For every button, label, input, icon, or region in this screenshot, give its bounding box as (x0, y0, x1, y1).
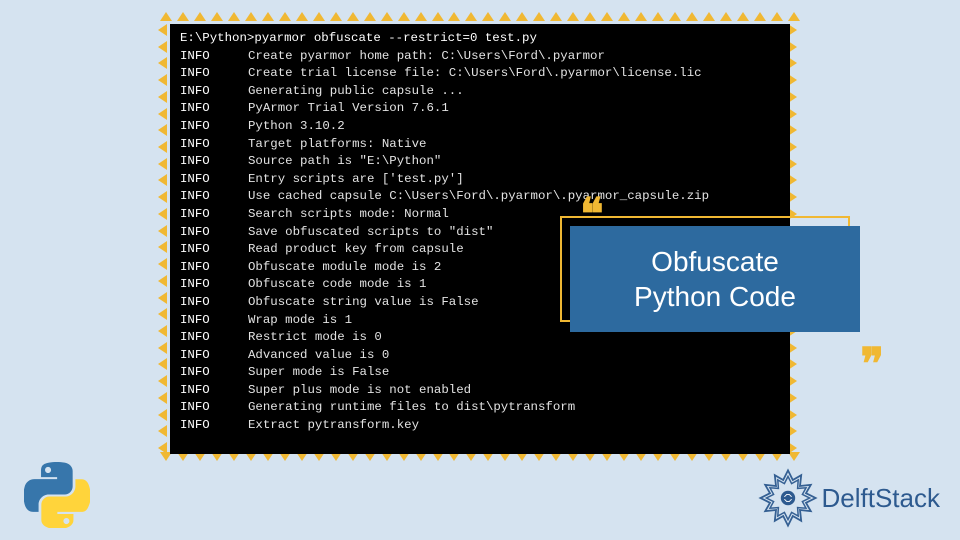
terminal-line: INFOSuper plus mode is not enabled (180, 382, 780, 400)
terminal-message: Super mode is False (248, 365, 389, 379)
terminal-line: INFOEntry scripts are ['test.py'] (180, 171, 780, 189)
info-label: INFO (180, 48, 248, 66)
terminal-line: INFOUse cached capsule C:\Users\Ford\.py… (180, 188, 780, 206)
info-label: INFO (180, 276, 248, 294)
terminal-message: Advanced value is 0 (248, 348, 389, 362)
terminal-message: Search scripts mode: Normal (248, 207, 449, 221)
terminal-message: Save obfuscated scripts to "dist" (248, 225, 493, 239)
delftstack-logo: DelftStack (758, 468, 941, 528)
terminal-border-bottom (160, 452, 800, 466)
callout-line2: Python Code (634, 281, 796, 312)
terminal-line: INFOGenerating public capsule ... (180, 83, 780, 101)
terminal-line: INFOGenerating runtime files to dist\pyt… (180, 399, 780, 417)
delftstack-emblem-icon (758, 468, 818, 528)
terminal-message: Create trial license file: C:\Users\Ford… (248, 66, 702, 80)
terminal-line: INFOSource path is "E:\Python" (180, 153, 780, 171)
info-label: INFO (180, 294, 248, 312)
terminal-line: INFOSuper mode is False (180, 364, 780, 382)
terminal-line: INFOPython 3.10.2 (180, 118, 780, 136)
terminal-prompt: E:\Python>pyarmor obfuscate --restrict=0… (180, 30, 780, 48)
info-label: INFO (180, 118, 248, 136)
quote-close-icon: ❞ (860, 354, 884, 376)
info-label: INFO (180, 224, 248, 242)
terminal-line: INFOCreate trial license file: C:\Users\… (180, 65, 780, 83)
callout-text: Obfuscate Python Code (634, 244, 796, 314)
terminal-message: Entry scripts are ['test.py'] (248, 172, 464, 186)
info-label: INFO (180, 153, 248, 171)
terminal-line: INFOPyArmor Trial Version 7.6.1 (180, 100, 780, 118)
terminal-message: Read product key from capsule (248, 242, 464, 256)
terminal-message: Wrap mode is 1 (248, 313, 352, 327)
info-label: INFO (180, 206, 248, 224)
info-label: INFO (180, 417, 248, 435)
info-label: INFO (180, 65, 248, 83)
terminal-message: Extract pytransform.key (248, 418, 419, 432)
terminal-message: Obfuscate module mode is 2 (248, 260, 441, 274)
callout-line1: Obfuscate (651, 246, 779, 277)
terminal-message: Target platforms: Native (248, 137, 426, 151)
info-label: INFO (180, 382, 248, 400)
python-logo-icon (24, 462, 90, 528)
info-label: INFO (180, 100, 248, 118)
info-label: INFO (180, 312, 248, 330)
info-label: INFO (180, 188, 248, 206)
terminal-message: Obfuscate code mode is 1 (248, 277, 426, 291)
terminal-message: Source path is "E:\Python" (248, 154, 441, 168)
terminal-message: Create pyarmor home path: C:\Users\Ford\… (248, 49, 605, 63)
info-label: INFO (180, 259, 248, 277)
terminal-message: PyArmor Trial Version 7.6.1 (248, 101, 449, 115)
terminal-message: Python 3.10.2 (248, 119, 345, 133)
terminal-message: Generating runtime files to dist\pytrans… (248, 400, 575, 414)
terminal-line: INFOTarget platforms: Native (180, 136, 780, 154)
terminal-line: INFOExtract pytransform.key (180, 417, 780, 435)
info-label: INFO (180, 329, 248, 347)
title-callout: ❝ Obfuscate Python Code ❞ (560, 208, 870, 348)
terminal-message: Obfuscate string value is False (248, 295, 479, 309)
delftstack-text: DelftStack (822, 483, 941, 514)
terminal-message: Restrict mode is 0 (248, 330, 382, 344)
info-label: INFO (180, 399, 248, 417)
terminal-line: INFOAdvanced value is 0 (180, 347, 780, 365)
callout-box: Obfuscate Python Code (570, 226, 860, 332)
info-label: INFO (180, 83, 248, 101)
terminal-message: Generating public capsule ... (248, 84, 464, 98)
info-label: INFO (180, 136, 248, 154)
info-label: INFO (180, 364, 248, 382)
terminal-line: INFOCreate pyarmor home path: C:\Users\F… (180, 48, 780, 66)
terminal-message: Super plus mode is not enabled (248, 383, 471, 397)
info-label: INFO (180, 171, 248, 189)
info-label: INFO (180, 241, 248, 259)
terminal-message: Use cached capsule C:\Users\Ford\.pyarmo… (248, 189, 709, 203)
info-label: INFO (180, 347, 248, 365)
